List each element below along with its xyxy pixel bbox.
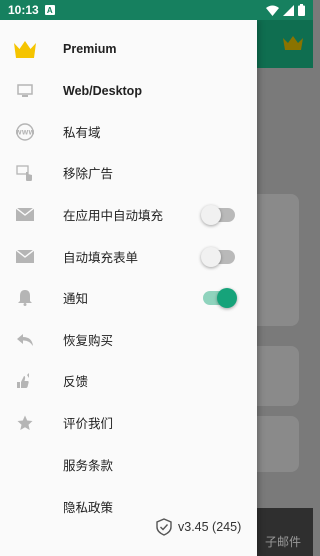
version-info: v3.45 (245) (156, 518, 241, 536)
drawer-item-label: 评价我们 (63, 417, 114, 431)
status-bar: 10:13 A (0, 0, 313, 20)
drawer-item-terms-of-service[interactable]: 服务条款 (0, 444, 257, 485)
status-time: 10:13 (8, 3, 39, 17)
drawer-item-label: 私有域 (63, 126, 101, 140)
drawer-item-private-domain[interactable]: WWW 私有域 (0, 111, 257, 152)
mail-icon (13, 203, 37, 227)
mail-icon (13, 245, 37, 269)
drawer-item-label: 服务条款 (63, 459, 114, 473)
drawer-item-premium[interactable]: Premium (0, 28, 257, 69)
crown-icon (13, 37, 37, 61)
drawer-item-label: Premium (63, 41, 117, 56)
feedback-icon (13, 369, 37, 393)
drawer-item-label: 通知 (63, 292, 89, 306)
drawer-item-autofill-forms[interactable]: 自动填充表单 (0, 236, 257, 277)
shield-check-icon (156, 518, 172, 536)
drawer-item-notifications[interactable]: 通知 (0, 277, 257, 318)
signal-icon (283, 4, 294, 16)
autofill-forms-toggle[interactable] (201, 246, 235, 267)
undo-icon (13, 328, 37, 352)
star-icon (13, 411, 37, 435)
background-crown-icon (283, 36, 303, 50)
notifications-toggle[interactable] (203, 287, 237, 308)
bell-icon (13, 286, 37, 310)
drawer-item-label: 自动填充表单 (63, 251, 139, 265)
desktop-icon (13, 79, 37, 103)
drawer-item-label: 在应用中自动填充 (63, 209, 164, 223)
notification-badge: A (44, 5, 55, 15)
drawer-item-rate-us[interactable]: 评价我们 (0, 402, 257, 443)
drawer-item-feedback[interactable]: 反馈 (0, 360, 257, 401)
drawer-item-restore-purchase[interactable]: 恢复购买 (0, 319, 257, 360)
drawer-item-label: 隐私政策 (63, 501, 114, 515)
battery-icon (298, 4, 305, 16)
drawer-item-label: 反馈 (63, 375, 89, 389)
background-bottom-label: 子邮件 (264, 535, 301, 549)
autofill-in-app-toggle[interactable] (201, 204, 235, 225)
www-icon: WWW (13, 120, 37, 144)
drawer-item-web-desktop[interactable]: Web/Desktop (0, 70, 257, 111)
remove-ads-icon (13, 161, 37, 185)
drawer-item-label: 移除广告 (63, 167, 114, 181)
drawer-item-autofill-in-app[interactable]: 在应用中自动填充 (0, 194, 257, 235)
drawer-item-label: 恢复购买 (63, 334, 114, 348)
drawer-item-label: Web/Desktop (63, 83, 142, 98)
drawer-item-remove-ads[interactable]: 移除广告 (0, 152, 257, 193)
svg-text:WWW: WWW (16, 129, 34, 136)
status-icons (266, 4, 305, 16)
version-text: v3.45 (245) (178, 520, 242, 534)
navigation-drawer: Premium Web/Desktop WWW 私有域 移除广告 在应用中自动填… (0, 20, 257, 556)
wifi-icon (266, 5, 279, 16)
